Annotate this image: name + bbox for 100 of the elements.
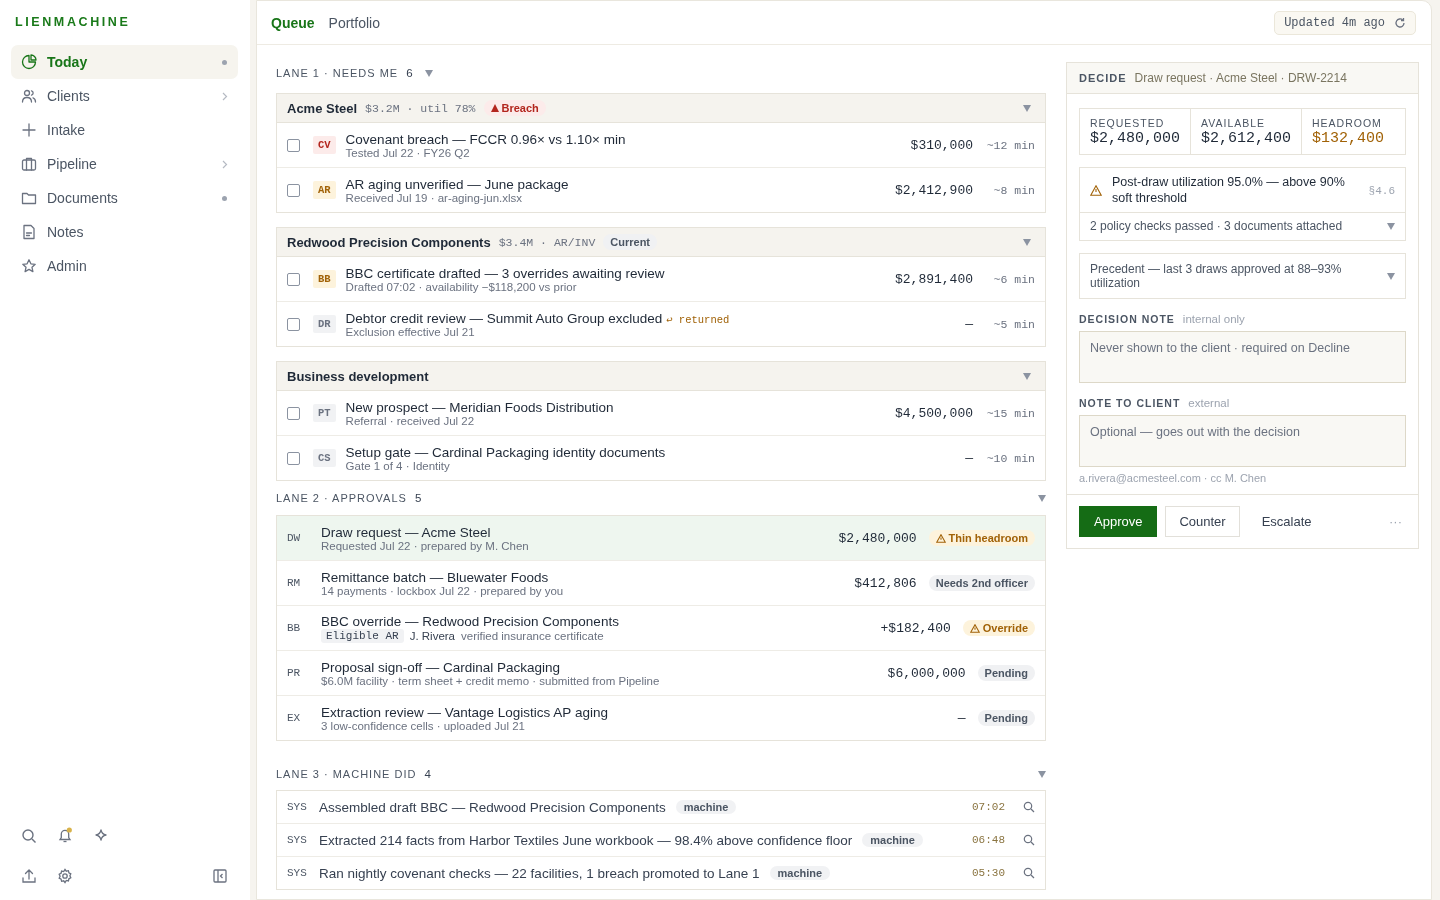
- warning-icon: [935, 533, 946, 543]
- nav-item[interactable]: Clients: [11, 79, 238, 113]
- task-row[interactable]: CS Setup gate — Cardinal Packaging identity documents Gate 1 of 4 · Identity — ~10 min: [277, 435, 1045, 480]
- refresh-button[interactable]: Updated 4m ago: [1274, 10, 1416, 35]
- checkbox[interactable]: [287, 406, 300, 420]
- search-icon[interactable]: [1023, 834, 1035, 846]
- action-button[interactable]: Counter: [1165, 506, 1240, 538]
- approval-row[interactable]: DW Draw request — Acme Steel Requested Jul 22 · prepared by M. Chen $2,480,000 Thin headroom: [277, 516, 1045, 560]
- checkbox[interactable]: [287, 272, 300, 286]
- note-icon: [21, 224, 37, 240]
- action-button[interactable]: Escalate: [1247, 506, 1326, 538]
- code-label: DW: [287, 532, 302, 544]
- approval-row[interactable]: BB BBC override — Redwood Precision Components Eligible AR J. Rivera verified insurance certificate +$182,400 Override: [277, 605, 1045, 650]
- activity-row[interactable]: SYS Extracted 214 facts from Harbor Textiles June workbook — 98.4% above confidence floor machine 06:48: [277, 823, 1045, 856]
- search-icon[interactable]: [1023, 801, 1035, 813]
- bell-icon[interactable]: [57, 827, 73, 844]
- approve-button[interactable]: Approve: [1079, 506, 1158, 538]
- task-subtitle: Gate 1 of 4 · Identity: [345, 459, 451, 472]
- code-badge: PT: [313, 404, 336, 422]
- brand-logo[interactable]: LIENMACHINE: [15, 15, 131, 29]
- code-label: RM: [287, 577, 302, 589]
- checks-summary: 2 policy checks passed · 3 documents attached: [1090, 219, 1344, 234]
- task-title: BBC certificate drafted — 3 overrides awaiting review: [345, 265, 665, 281]
- caret-icon[interactable]: [1038, 770, 1046, 778]
- group-name: Redwood Precision Components: [287, 234, 491, 250]
- approval-row[interactable]: EX Extraction review — Vantage Logistics AP aging 3 low-confidence cells · uploaded Jul 21 — Pending: [277, 695, 1045, 740]
- nav-item[interactable]: Admin: [11, 249, 238, 283]
- group-name: Business development: [287, 368, 429, 384]
- checkbox[interactable]: [287, 138, 300, 152]
- task-title: AR aging unverified — June package: [345, 176, 569, 192]
- time-estimate: ~10 min: [985, 451, 1035, 465]
- status-badge: Override: [962, 620, 1035, 636]
- panel-context: Draw request · Acme Steel · DRW-2214: [1134, 71, 1347, 85]
- decision-note-field[interactable]: Never shown to the client · required on Decline: [1079, 331, 1406, 384]
- caret-icon[interactable]: [1023, 238, 1031, 246]
- task-title: BBC override — Redwood Precision Components: [321, 613, 620, 629]
- returned-label: ↩ returned: [666, 312, 730, 326]
- group-name: Acme Steel: [287, 100, 358, 116]
- checks-expander[interactable]: 2 policy checks passed · 3 documents attached: [1080, 213, 1405, 240]
- activity-text: Assembled draft BBC — Redwood Precision Components: [319, 799, 666, 815]
- amount: $4,500,000: [895, 405, 973, 421]
- group-meta: $3.2M · util 78%: [365, 101, 476, 115]
- status-badge: Pending: [977, 665, 1035, 681]
- caret-icon[interactable]: [1387, 222, 1395, 230]
- search-icon[interactable]: [21, 827, 37, 844]
- status-badge: Thin headroom: [928, 530, 1035, 546]
- activity-text: Extracted 214 facts from Harbor Textiles June workbook — 98.4% above confidence floor: [319, 832, 853, 848]
- time-estimate: ~8 min: [992, 183, 1035, 197]
- precedent-expander[interactable]: Precedent — last 3 draws approved at 88–93% utilization: [1079, 252, 1406, 300]
- code-label: BB: [287, 622, 302, 634]
- metric-value: $2,612,400: [1201, 130, 1292, 147]
- caret-icon[interactable]: [1038, 494, 1046, 502]
- amount: $6,000,000: [887, 665, 966, 681]
- task-subtitle: $6.0M facility · term sheet + credit memo · submitted from Pipeline: [321, 674, 660, 687]
- panel-title: DECIDE: [1079, 72, 1127, 84]
- code-badge: AR: [313, 181, 336, 199]
- caret-icon[interactable]: [1023, 104, 1031, 112]
- amount: $2,891,400: [895, 271, 973, 287]
- caret-icon[interactable]: [1387, 272, 1395, 280]
- collapse-sidebar-icon[interactable]: [212, 868, 228, 884]
- nav-item[interactable]: Pipeline: [11, 147, 238, 181]
- caret-icon[interactable]: [1023, 372, 1031, 380]
- lane-title: LANE 3 · MACHINE DID: [276, 768, 417, 780]
- amount: —: [965, 450, 973, 466]
- time-estimate: ~5 min: [992, 317, 1035, 331]
- nav-item[interactable]: Today: [11, 45, 238, 79]
- activity-row[interactable]: SYS Ran nightly covenant checks — 22 facilities, 1 breach promoted to Lane 1 machine 05:30: [277, 856, 1045, 889]
- approval-row[interactable]: PR Proposal sign-off — Cardinal Packaging $6.0M facility · term sheet + credit memo · submitted from Pipeline $6,000,000 Pending: [277, 650, 1045, 695]
- upload-icon[interactable]: [21, 868, 37, 884]
- task-row[interactable]: CV Covenant breach — FCCR 0.96× vs 1.10× min Tested Jul 22 · FY26 Q2 $310,000 ~12 min: [277, 123, 1045, 167]
- approval-row[interactable]: RM Remittance batch — Bluewater Foods 14 payments · lockbox Jul 22 · prepared by you $412,806 Needs 2nd officer: [277, 560, 1045, 605]
- nav-item[interactable]: Notes: [11, 215, 238, 249]
- metric-label: HEADROOM: [1312, 117, 1383, 129]
- task-row[interactable]: AR AR aging unverified — June package Received Jul 19 · ar-aging-jun.xlsx $2,412,900 ~8 min: [277, 167, 1045, 212]
- timestamp: 06:48: [972, 834, 1005, 846]
- task-row[interactable]: BB BBC certificate drafted — 3 overrides awaiting review Drafted 07:02 · availability −$118,200 vs prior $2,891,400 ~6 min: [277, 257, 1045, 301]
- task-title: New prospect — Meridian Foods Distribution: [345, 399, 614, 415]
- code-badge: CS: [313, 449, 336, 467]
- task-title: Debtor credit review — Summit Auto Group excluded: [345, 310, 663, 326]
- settings-icon[interactable]: [57, 868, 73, 884]
- task-row[interactable]: PT New prospect — Meridian Foods Distribution Referral · received Jul 22 $4,500,000 ~15 min: [277, 391, 1045, 435]
- pie-chart-icon: [21, 54, 37, 70]
- task-subtitle: Requested Jul 22 · prepared by M. Chen: [321, 539, 529, 552]
- checkbox[interactable]: [287, 183, 300, 197]
- client-note-field[interactable]: Optional — goes out with the decision: [1079, 415, 1406, 468]
- field-label: NOTE TO CLIENT: [1079, 397, 1181, 410]
- checkbox[interactable]: [287, 317, 300, 331]
- task-row[interactable]: DR Debtor credit review — Summit Auto Group excluded ↩ returned Exclusion effective Jul 21 — ~5 min: [277, 301, 1045, 346]
- caret-icon[interactable]: [424, 69, 433, 77]
- time-estimate: ~6 min: [992, 272, 1035, 286]
- activity-row[interactable]: SYS Assembled draft BBC — Redwood Precision Components machine 07:02: [277, 791, 1045, 823]
- tab[interactable]: Portfolio: [328, 14, 380, 31]
- recipients-text: a.rivera@acmesteel.com · cc M. Chen: [1079, 472, 1268, 485]
- tab[interactable]: Queue: [271, 14, 315, 31]
- nav-item[interactable]: Documents: [11, 181, 238, 215]
- nav-item[interactable]: Intake: [11, 113, 238, 147]
- checkbox[interactable]: [287, 451, 300, 465]
- amount: +$182,400: [880, 620, 951, 636]
- amount: —: [965, 316, 973, 332]
- search-icon[interactable]: [1023, 867, 1035, 879]
